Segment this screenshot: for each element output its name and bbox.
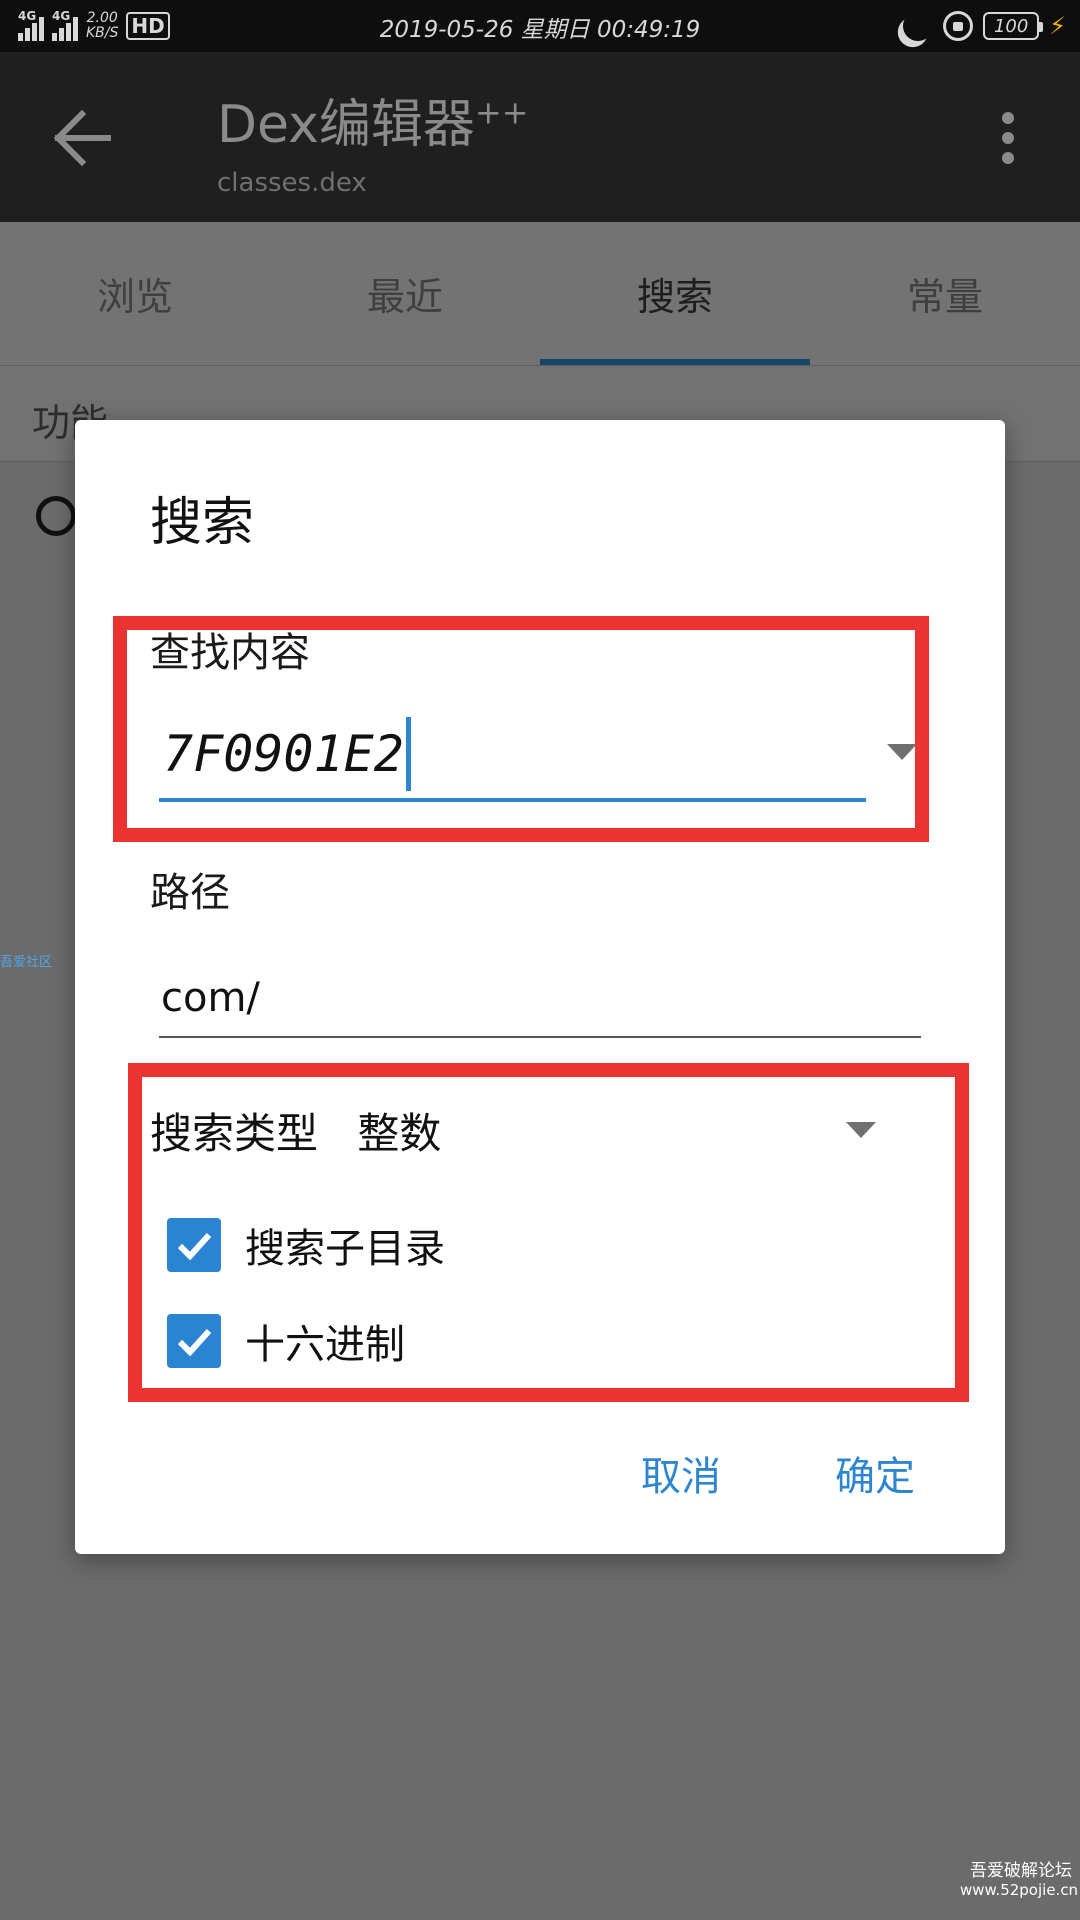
path-value: com/ — [161, 975, 260, 1021]
checkbox-hexadecimal-label: 十六进制 — [245, 1322, 405, 1368]
ok-button[interactable]: 确定 — [835, 1444, 915, 1502]
dialog-title: 搜索 — [150, 493, 255, 553]
do-not-disturb-icon — [899, 7, 937, 45]
search-type-value: 整数 — [357, 1109, 442, 1158]
history-dropdown-icon[interactable] — [887, 744, 917, 760]
find-content-label: 查找内容 — [150, 630, 310, 676]
app-title-suffix: ++ — [474, 93, 529, 132]
battery-icon: 100 — [983, 12, 1044, 40]
cancel-button[interactable]: 取消 — [641, 1444, 721, 1502]
more-vertical-icon — [1002, 112, 1014, 124]
path-input[interactable]: com/ — [159, 960, 921, 1038]
checkbox-checked-icon[interactable] — [167, 1314, 221, 1368]
search-icon — [36, 496, 76, 536]
tab-search[interactable]: 搜索 — [540, 222, 810, 365]
search-dialog: 搜索 查找内容 7F0901E2 路径 com/ 搜索类型 整数 搜索子目录 十… — [75, 420, 1005, 1554]
status-bar: 4G 4G 2.00 KB/S HD 2019-05-26 星期日 00:49:… — [0, 0, 1080, 52]
checkbox-hexadecimal[interactable]: 十六进制 — [167, 1312, 405, 1370]
side-watermark: 吾爱社区 — [0, 955, 53, 970]
tab-browse[interactable]: 浏览 — [0, 222, 270, 365]
app-bar: Dex编辑器++ classes.dex — [0, 52, 1080, 222]
status-bar-right: 100 ⚡ — [895, 8, 1066, 44]
tab-constants[interactable]: 常量 — [810, 222, 1080, 365]
checkbox-search-subdirs[interactable]: 搜索子目录 — [167, 1216, 445, 1274]
tab-recent[interactable]: 最近 — [270, 222, 540, 365]
search-type-selector[interactable]: 搜索类型 整数 — [150, 1100, 441, 1161]
checkbox-search-subdirs-label: 搜索子目录 — [245, 1226, 445, 1272]
find-content-input[interactable]: 7F0901E2 — [159, 710, 866, 802]
search-type-label: 搜索类型 — [150, 1109, 319, 1158]
chevron-down-icon[interactable] — [846, 1122, 876, 1138]
app-title: Dex编辑器++ — [217, 82, 529, 157]
more-options-button[interactable] — [1000, 112, 1016, 164]
back-button[interactable] — [52, 108, 112, 168]
checkbox-checked-icon[interactable] — [167, 1218, 221, 1272]
path-label: 路径 — [150, 870, 230, 916]
arrow-left-icon — [53, 109, 111, 167]
site-watermark-title: 吾爱破解论坛 — [970, 1861, 1072, 1881]
tab-bar: 浏览 最近 搜索 常量 — [0, 222, 1080, 366]
site-watermark-url: www.52pojie.cn — [960, 1881, 1079, 1899]
text-cursor — [405, 717, 411, 791]
charging-icon: ⚡ — [1049, 12, 1066, 40]
site-watermark: 吾爱破解论坛 www.52pojie.cn — [960, 1856, 1079, 1899]
app-subtitle: classes.dex — [217, 168, 367, 198]
battery-level: 100 — [993, 15, 1029, 37]
rotation-lock-icon — [943, 11, 974, 41]
find-content-value: 7F0901E2 — [163, 725, 404, 783]
app-title-text: Dex编辑器 — [217, 95, 475, 155]
